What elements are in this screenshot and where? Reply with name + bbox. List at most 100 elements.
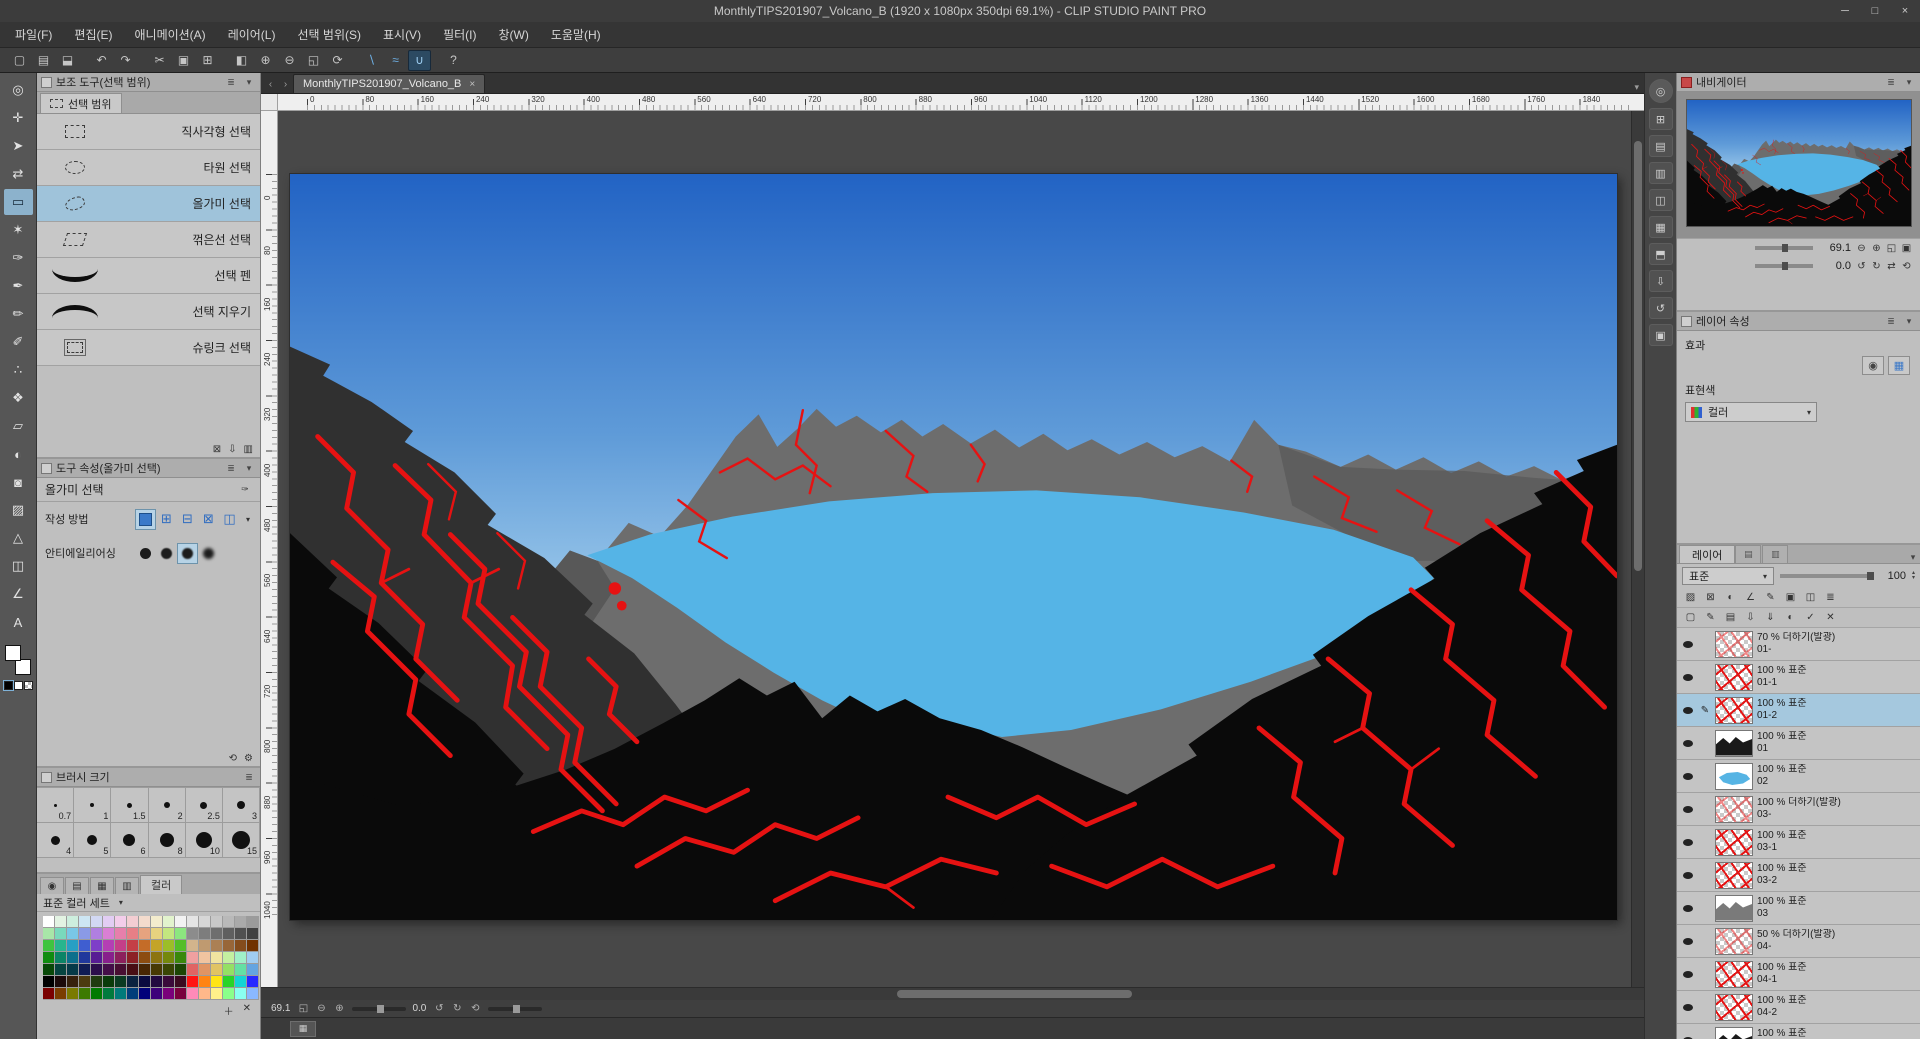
color-swatch[interactable] bbox=[91, 964, 103, 976]
tab-scroll-right-icon[interactable]: › bbox=[278, 75, 293, 93]
document-tab[interactable]: MonthlyTIPS201907_Volcano_B × bbox=[293, 74, 486, 93]
iconify-icon[interactable]: ▥ bbox=[244, 444, 253, 455]
canvas[interactable] bbox=[290, 174, 1617, 920]
color-swatch[interactable] bbox=[139, 952, 151, 964]
color-swatch[interactable] bbox=[199, 940, 211, 952]
subtool-item[interactable]: 선택 지우기 bbox=[37, 294, 260, 330]
fill-button[interactable]: ◧ bbox=[230, 50, 253, 71]
brush-size-cell[interactable]: 6 bbox=[111, 823, 149, 858]
menu-item[interactable]: 창(W) bbox=[487, 22, 539, 47]
color-swatch[interactable] bbox=[79, 988, 91, 1000]
snap-to-grid-button[interactable]: ∪ bbox=[408, 49, 431, 71]
layer-visibility-toggle[interactable] bbox=[1681, 706, 1695, 714]
undo-button[interactable]: ↶ bbox=[90, 50, 113, 71]
color-swatch[interactable] bbox=[127, 952, 139, 964]
color-swatch[interactable] bbox=[235, 964, 247, 976]
selection-add-button[interactable]: ⊞ bbox=[156, 509, 177, 530]
brush-size-cell[interactable]: 3 bbox=[222, 788, 260, 823]
brush-size-cell[interactable]: 15 bbox=[222, 823, 260, 858]
color-swatch[interactable] bbox=[199, 976, 211, 988]
layer-thumbnail[interactable] bbox=[1715, 894, 1753, 922]
layer-visibility-toggle[interactable] bbox=[1681, 904, 1695, 912]
material-monochrome-dock-button[interactable]: ▥ bbox=[1648, 162, 1673, 184]
color-swatch[interactable] bbox=[55, 964, 67, 976]
menu-item[interactable]: 파일(F) bbox=[4, 22, 63, 47]
zoom-tool[interactable]: ◎ bbox=[4, 77, 33, 103]
layer-thumbnail[interactable] bbox=[1715, 861, 1753, 889]
selection-new-button[interactable] bbox=[135, 508, 156, 530]
color-swatch[interactable] bbox=[187, 928, 199, 940]
panel-collapse-icon[interactable]: ▾ bbox=[1902, 316, 1916, 327]
status-zoom-slider[interactable] bbox=[352, 1004, 407, 1013]
selection-intersect-button[interactable]: ⊠ bbox=[198, 509, 219, 530]
layer-visibility-toggle[interactable] bbox=[1681, 772, 1695, 780]
color-swatch[interactable] bbox=[115, 928, 127, 940]
color-swatch[interactable] bbox=[139, 916, 151, 928]
layer-visibility-toggle[interactable] bbox=[1681, 805, 1695, 813]
nav-rotate-cw-button[interactable]: ↻ bbox=[1869, 261, 1884, 272]
layer-row[interactable]: ✎ 100 % 표준 03 bbox=[1677, 892, 1920, 925]
color-swatch[interactable] bbox=[211, 964, 223, 976]
ruler-range-button[interactable]: ∠ bbox=[1742, 590, 1759, 606]
document-tab-close-icon[interactable]: × bbox=[469, 79, 475, 90]
layer-visibility-toggle[interactable] bbox=[1681, 970, 1695, 978]
layer-thumbnail[interactable] bbox=[1715, 795, 1753, 823]
figure-tool[interactable]: △ bbox=[4, 525, 33, 551]
layer-row[interactable]: ✎ 100 % 표준 03-1 bbox=[1677, 826, 1920, 859]
transparent-color-icon[interactable] bbox=[23, 681, 33, 690]
panel-menu-icon[interactable]: ≣ bbox=[242, 772, 256, 783]
color-swatch[interactable] bbox=[79, 940, 91, 952]
secondary-palette-tab-1[interactable]: ▤ bbox=[1735, 545, 1762, 563]
status-zoom-in-button[interactable]: ⊕ bbox=[332, 1003, 346, 1014]
pencil-tool[interactable]: ✏ bbox=[4, 301, 33, 327]
subtool-item[interactable]: 타원 선택 bbox=[37, 150, 260, 186]
save-file-button[interactable]: ⬓ bbox=[56, 50, 79, 71]
color-swatch[interactable] bbox=[211, 916, 223, 928]
color-swatch[interactable] bbox=[175, 964, 187, 976]
color-swatch[interactable] bbox=[163, 988, 175, 1000]
new-vector-layer-button[interactable]: ✎ bbox=[1702, 610, 1719, 626]
tone-effect-button[interactable]: ▦ bbox=[1888, 356, 1910, 375]
blend-tool[interactable]: ◐ bbox=[4, 441, 33, 467]
transparency-lock-button[interactable]: ▨ bbox=[1682, 590, 1699, 606]
tab-scroll-left-icon[interactable]: ‹ bbox=[263, 75, 278, 93]
expression-color-dropdown[interactable]: 컬러 ▾ bbox=[1685, 402, 1817, 422]
pen-tool[interactable]: ✒ bbox=[4, 273, 33, 299]
method-dropdown-icon[interactable]: ▾ bbox=[246, 515, 250, 524]
color-swatch[interactable] bbox=[79, 964, 91, 976]
nav-flip-horizontal-button[interactable]: ⇄ bbox=[1884, 261, 1899, 272]
layer-row[interactable]: ✎ 100 % 표준 02 bbox=[1677, 760, 1920, 793]
layer-row[interactable]: ✎ 100 % 더하기(발광) 03- bbox=[1677, 793, 1920, 826]
set-as-draft-button[interactable]: ✎ bbox=[1762, 590, 1779, 606]
color-swatch[interactable] bbox=[163, 928, 175, 940]
color-swatch[interactable] bbox=[115, 916, 127, 928]
layer-visibility-toggle[interactable] bbox=[1681, 673, 1695, 681]
color-swatch[interactable] bbox=[223, 964, 235, 976]
aa-middle-button[interactable] bbox=[177, 542, 198, 564]
main-color-icon[interactable] bbox=[2, 680, 14, 691]
color-swatch[interactable] bbox=[187, 916, 199, 928]
ruler-tool[interactable]: ∠ bbox=[4, 581, 33, 607]
color-swatch[interactable] bbox=[43, 928, 55, 940]
color-swatch[interactable] bbox=[187, 988, 199, 1000]
color-swatch[interactable] bbox=[247, 976, 259, 988]
color-swatch[interactable] bbox=[151, 988, 163, 1000]
color-swatch[interactable] bbox=[223, 928, 235, 940]
color-swatch[interactable] bbox=[223, 940, 235, 952]
layer-row[interactable]: ✎ 100 % 표준 04-1 bbox=[1677, 958, 1920, 991]
color-swatch[interactable] bbox=[43, 940, 55, 952]
subtool-item[interactable]: 슈링크 선택 bbox=[37, 330, 260, 366]
layer-tab[interactable]: 레이어 bbox=[1679, 545, 1736, 563]
color-swatch[interactable] bbox=[175, 916, 187, 928]
color-swatch[interactable] bbox=[67, 916, 79, 928]
color-swatch[interactable] bbox=[103, 976, 115, 988]
color-swatch[interactable] bbox=[151, 976, 163, 988]
color-set-dropdown-icon[interactable]: ▾ bbox=[119, 898, 123, 907]
color-swatch[interactable] bbox=[91, 928, 103, 940]
color-swatch[interactable] bbox=[115, 976, 127, 988]
status-reset-button[interactable]: ⟲ bbox=[468, 1003, 482, 1014]
canvas-viewport[interactable]: 0 80 160 240 320 400 480 560 640 720 800 880 960 1040 bbox=[261, 111, 1644, 987]
intermediate-color-tab[interactable]: ▦ bbox=[90, 877, 114, 894]
information-dock-button[interactable]: ▣ bbox=[1648, 324, 1673, 346]
color-swatch[interactable] bbox=[79, 916, 91, 928]
